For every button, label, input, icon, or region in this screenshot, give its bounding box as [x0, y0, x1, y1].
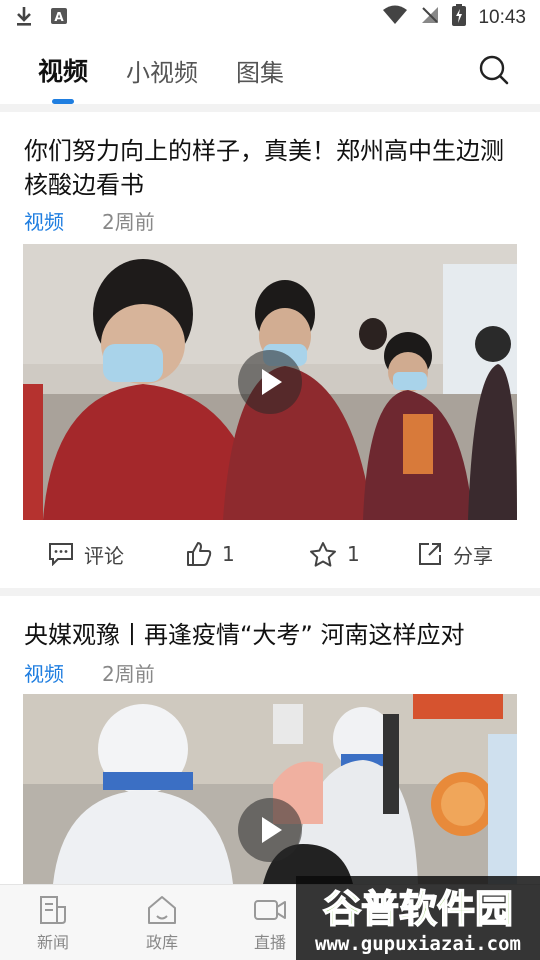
favorite-button[interactable]: 1 [309, 524, 360, 584]
nav-news[interactable]: 新闻 [8, 885, 98, 960]
svg-text:A: A [54, 10, 64, 24]
play-icon [262, 369, 282, 395]
comment-label: 评论 [84, 543, 124, 568]
section-divider [0, 588, 540, 596]
nav-government[interactable]: 政库 [117, 885, 207, 960]
share-icon [419, 543, 441, 565]
video-thumbnail[interactable] [23, 694, 517, 884]
share-button[interactable]: 分享 [417, 524, 493, 584]
section-divider [0, 104, 540, 112]
share-label: 分享 [453, 543, 493, 568]
svg-text:谷普软件园: 谷普软件园 [323, 887, 513, 931]
news-icon [40, 896, 66, 924]
tab-gallery[interactable]: 图集 [236, 36, 284, 104]
play-button[interactable] [238, 350, 302, 414]
card-title[interactable]: 央媒观豫丨再逢疫情“大考” 河南这样应对 [24, 618, 524, 652]
download-icon [14, 5, 34, 31]
no-signal-icon [420, 5, 440, 31]
play-button[interactable] [238, 798, 302, 862]
news-card[interactable]: 你们努力向上的样子，真美！郑州高中生边测核酸边看书 视频 2周前 评论 1 1 … [0, 112, 540, 588]
search-icon [479, 55, 509, 85]
government-icon [148, 896, 176, 924]
like-count: 1 [222, 542, 235, 566]
card-title[interactable]: 你们努力向上的样子，真美！郑州高中生边测核酸边看书 [24, 134, 524, 202]
like-button[interactable]: 1 [186, 524, 235, 584]
card-meta: 视频 2周前 [24, 658, 155, 687]
wifi-icon [382, 5, 408, 31]
svg-text:www.gupuxiazai.com: www.gupuxiazai.com [315, 933, 521, 955]
comment-icon [49, 543, 73, 566]
watermark-logo: 谷普软件园 www.gupuxiazai.com [296, 876, 540, 960]
news-video-page: A 10:43 视频 小视频 图集 你们努力向上的样子，真美！郑州高中生边测核酸… [0, 0, 540, 960]
news-card[interactable]: 央媒观豫丨再逢疫情“大考” 河南这样应对 视频 2周前 [0, 596, 540, 884]
favorite-count: 1 [347, 542, 360, 566]
play-icon [262, 817, 282, 843]
live-video-icon [254, 900, 286, 920]
publish-time: 2周前 [102, 210, 155, 234]
video-thumbnail[interactable] [23, 244, 517, 520]
app-notification-icon: A [50, 7, 68, 29]
nav-live-label: 直播 [253, 933, 286, 952]
status-bar: A 10:43 [0, 0, 540, 36]
nav-government-label: 政库 [145, 933, 178, 952]
star-icon [310, 541, 336, 567]
tab-video[interactable]: 视频 [38, 36, 88, 104]
category-label: 视频 [24, 210, 64, 234]
clock-time: 10:43 [478, 7, 526, 28]
tab-short-video[interactable]: 小视频 [126, 36, 198, 104]
thumbs-up-icon [187, 542, 212, 566]
category-tabs: 视频 小视频 图集 [0, 36, 540, 104]
card-actions: 评论 1 1 分享 [0, 524, 540, 584]
nav-news-label: 新闻 [36, 933, 69, 952]
card-meta: 视频 2周前 [24, 206, 155, 235]
comment-button[interactable]: 评论 [48, 524, 124, 584]
category-label: 视频 [24, 662, 64, 686]
publish-time: 2周前 [102, 662, 155, 686]
search-button[interactable] [478, 54, 510, 86]
battery-charging-icon [452, 4, 467, 32]
